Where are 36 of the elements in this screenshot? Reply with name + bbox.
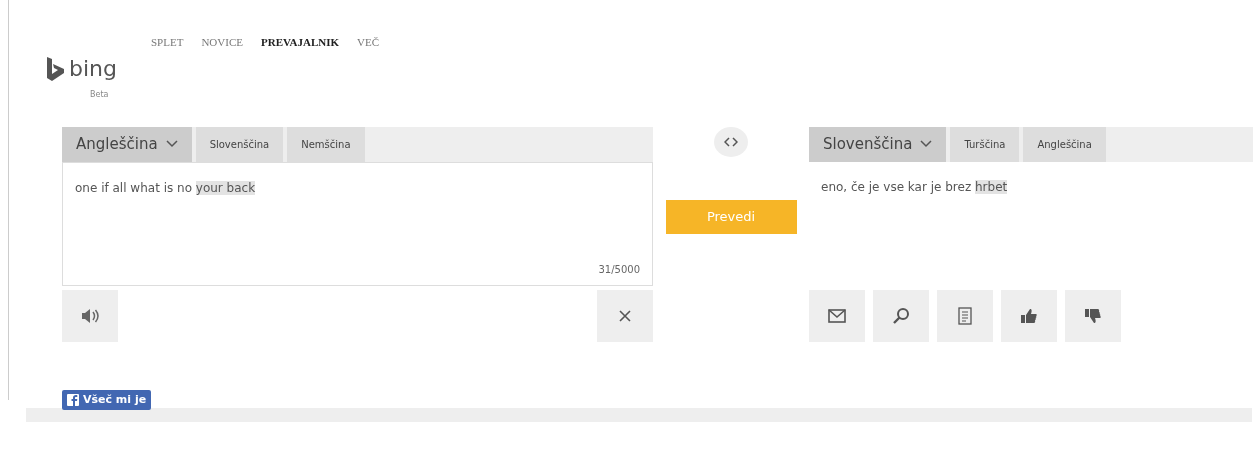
- thumbs-down-icon: [1084, 306, 1102, 325]
- swap-icon: [724, 136, 738, 147]
- search-icon: [892, 306, 910, 325]
- swap-button[interactable]: [714, 126, 748, 157]
- nav-link[interactable]: PREVAJALNIK: [260, 34, 339, 51]
- logo-text: bing: [69, 57, 117, 80]
- facebook-icon: [67, 393, 79, 406]
- like-button[interactable]: Všeč mi je: [62, 389, 152, 410]
- translation-text: eno, če je vse kar je brez hrbet: [821, 178, 1009, 196]
- logo-icon: [45, 56, 65, 81]
- mail-button[interactable]: [809, 289, 865, 342]
- search-button[interactable]: [873, 289, 929, 342]
- source-text-field[interactable]: one if all what is no your back 31/5000: [62, 161, 653, 286]
- like-translation-button[interactable]: [1001, 289, 1057, 342]
- document-button[interactable]: [937, 289, 993, 342]
- language-tab[interactable]: Nemščina: [287, 126, 365, 162]
- character-counter: 31/5000: [598, 262, 640, 277]
- nav-link[interactable]: NOVICE: [201, 34, 243, 51]
- caret-icon: [920, 140, 933, 148]
- language-tab[interactable]: Slovenščina: [195, 126, 284, 162]
- caret-icon: [165, 140, 178, 148]
- document-icon: [956, 306, 974, 325]
- mail-icon: [828, 306, 846, 325]
- dislike-translation-button[interactable]: [1065, 289, 1121, 342]
- speaker-button[interactable]: [62, 289, 118, 342]
- speaker-icon: [81, 307, 99, 324]
- language-dropdown[interactable]: Slovenščina: [809, 126, 947, 162]
- source-text: one if all what is no your back: [75, 179, 257, 197]
- nav-link[interactable]: SPLET: [151, 34, 184, 51]
- beta-label: Beta: [90, 88, 110, 101]
- nav-link[interactable]: VEČ: [357, 34, 379, 51]
- language-tab[interactable]: Turščina: [950, 126, 1020, 162]
- close-icon: [619, 309, 631, 322]
- language-tab[interactable]: Angleščina: [1023, 126, 1106, 162]
- language-dropdown[interactable]: Angleščina: [62, 126, 192, 162]
- thumbs-up-icon: [1020, 306, 1038, 325]
